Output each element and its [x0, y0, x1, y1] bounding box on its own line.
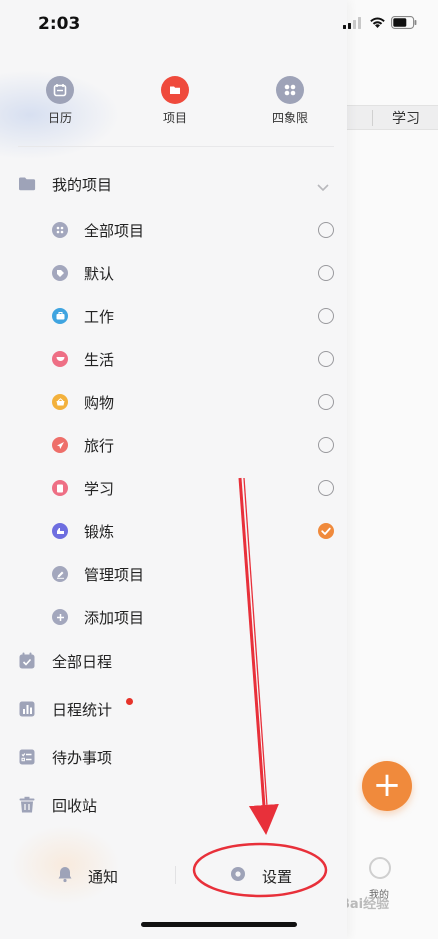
grid-icon — [52, 222, 68, 238]
project-item-label: 工作 — [84, 307, 115, 326]
add-project-item[interactable]: 添加项目 — [0, 597, 347, 637]
watermark: Bai经验 — [340, 897, 390, 912]
background-tab-study[interactable]: 学习 — [376, 108, 436, 128]
nav-project[interactable]: 项目 — [145, 76, 205, 126]
all-schedules-item[interactable]: 全部日程 — [0, 641, 347, 681]
schedule-stats-label: 日程统计 — [52, 700, 113, 719]
project-radio-checked[interactable] — [318, 523, 334, 539]
schedule-stats-item[interactable]: 日程统计 — [0, 689, 347, 729]
manage-projects-label: 管理项目 — [84, 565, 145, 584]
project-radio[interactable] — [318, 394, 334, 410]
nav-calendar[interactable]: 日历 — [30, 76, 90, 126]
tag-icon — [52, 265, 68, 281]
checkmark-icon — [321, 527, 331, 535]
recycle-bin-item[interactable]: 回收站 — [0, 785, 347, 825]
nav-calendar-label: 日历 — [47, 111, 72, 125]
plus-icon — [52, 609, 68, 625]
gear-icon — [230, 866, 246, 886]
project-item-default[interactable]: 默认 — [0, 253, 347, 293]
project-item-shopping[interactable]: 购物 — [0, 382, 347, 422]
project-item-label: 学习 — [84, 479, 115, 498]
calendar-check-icon — [18, 652, 36, 670]
basket-icon — [52, 394, 68, 410]
my-projects-header[interactable]: 我的项目 — [0, 164, 347, 204]
mine-tab-icon[interactable] — [369, 857, 391, 879]
divider — [18, 146, 334, 147]
my-projects-label: 我的项目 — [52, 175, 113, 194]
nav-project-label: 项目 — [162, 111, 187, 125]
nav-quadrant[interactable]: 四象限 — [260, 76, 320, 126]
folder-icon — [18, 175, 36, 193]
bell-icon — [56, 865, 74, 887]
settings-label: 设置 — [262, 867, 293, 886]
chart-icon — [18, 700, 36, 718]
project-item-label: 购物 — [84, 393, 115, 412]
project-radio[interactable] — [318, 265, 334, 281]
project-radio[interactable] — [318, 351, 334, 367]
side-drawer: 2:03 日历 项目 四象限 我的项目 全部项目 默认 工作 生活 购物 旅行 … — [0, 0, 347, 939]
project-item-label: 默认 — [84, 264, 115, 283]
grid-icon — [276, 76, 304, 104]
project-radio[interactable] — [318, 222, 334, 238]
plane-icon — [52, 437, 68, 453]
checklist-icon — [18, 748, 36, 766]
project-item-travel[interactable]: 旅行 — [0, 425, 347, 465]
add-project-label: 添加项目 — [84, 608, 145, 627]
background-tab-divider — [372, 110, 373, 126]
notify-button[interactable]: 通知 — [56, 864, 118, 888]
project-item-exercise[interactable]: 锻炼 — [0, 511, 347, 551]
book-icon — [52, 480, 68, 496]
signal-icon — [343, 17, 361, 29]
project-item-label: 生活 — [84, 350, 115, 369]
status-time: 2:03 — [38, 14, 81, 34]
todo-label: 待办事项 — [52, 748, 113, 767]
cup-icon — [52, 351, 68, 367]
screen: 学习 + 我的 Bai经验 2:03 日历 项目 四象限 我的项目 全部项目 默… — [0, 0, 438, 939]
battery-icon — [391, 16, 417, 29]
wifi-icon — [370, 17, 385, 28]
project-radio[interactable] — [318, 437, 334, 453]
settings-button[interactable]: 设置 — [230, 864, 292, 888]
project-item-study[interactable]: 学习 — [0, 468, 347, 508]
todo-item[interactable]: 待办事项 — [0, 737, 347, 777]
manage-projects-item[interactable]: 管理项目 — [0, 554, 347, 594]
dumbbell-icon — [52, 523, 68, 539]
trash-icon — [18, 796, 36, 814]
folder-icon — [161, 76, 189, 104]
home-indicator — [141, 922, 297, 927]
project-item-label: 全部项目 — [84, 221, 145, 240]
calendar-icon — [46, 76, 74, 104]
add-fab-button[interactable]: + — [362, 761, 412, 811]
all-schedules-label: 全部日程 — [52, 652, 113, 671]
project-item-all[interactable]: 全部项目 — [0, 210, 347, 250]
notification-dot — [126, 698, 133, 705]
notify-label: 通知 — [88, 867, 119, 886]
project-radio[interactable] — [318, 308, 334, 324]
divider — [175, 866, 176, 884]
briefcase-icon — [52, 308, 68, 324]
project-item-label: 锻炼 — [84, 522, 115, 541]
project-item-work[interactable]: 工作 — [0, 296, 347, 336]
project-item-life[interactable]: 生活 — [0, 339, 347, 379]
project-item-label: 旅行 — [84, 436, 115, 455]
project-radio[interactable] — [318, 480, 334, 496]
chevron-down-icon[interactable] — [316, 178, 330, 197]
nav-quadrant-label: 四象限 — [271, 111, 308, 125]
edit-icon — [52, 566, 68, 582]
recycle-bin-label: 回收站 — [52, 796, 98, 815]
